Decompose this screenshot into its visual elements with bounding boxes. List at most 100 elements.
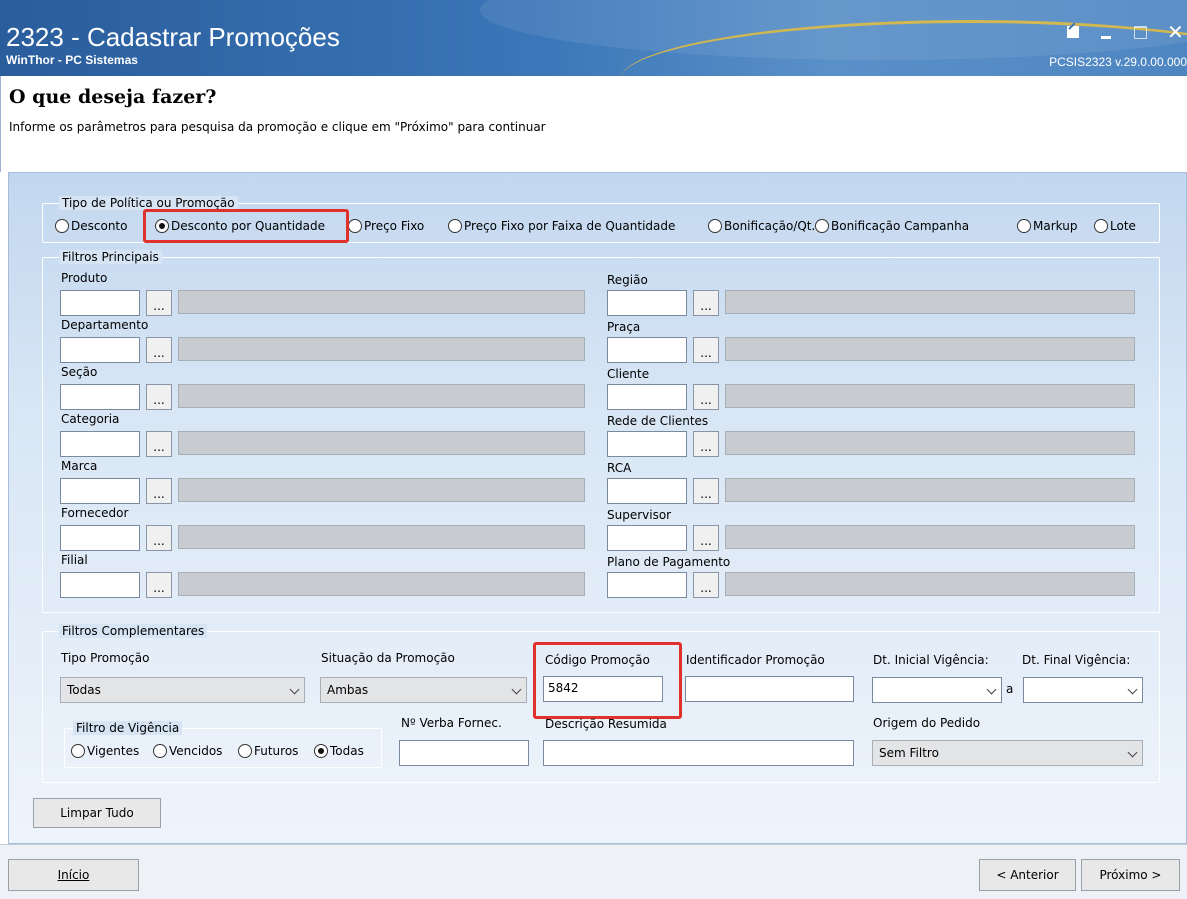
vigencia-radio-futuros[interactable]: Futuros — [238, 744, 298, 758]
filter-code-input-produto[interactable] — [60, 290, 140, 316]
radio-desconto-por-quantidade[interactable]: Desconto por Quantidade — [155, 219, 325, 233]
filter-lookup-button-produto[interactable]: ... — [146, 290, 172, 316]
filter-lookup-button-praca[interactable]: ... — [693, 337, 719, 363]
radio-label: Futuros — [254, 744, 299, 758]
inicio-button[interactable]: Início — [8, 859, 139, 891]
limpar-tudo-button[interactable]: Limpar Tudo — [33, 798, 161, 828]
radio-circle[interactable] — [71, 744, 85, 758]
radio-bonificacao-qt[interactable]: Bonificação/Qt. — [708, 219, 815, 233]
descricao-input[interactable] — [543, 740, 854, 766]
filter-code-input-cliente[interactable] — [607, 384, 687, 410]
radio-circle[interactable] — [155, 219, 169, 233]
filter-lookup-button-cliente[interactable]: ... — [693, 384, 719, 410]
radio-circle[interactable] — [55, 219, 69, 233]
radio-circle[interactable] — [1094, 219, 1108, 233]
situacao-select[interactable]: Ambas — [320, 677, 527, 703]
tipo-promocao-label: Tipo Promoção — [61, 651, 150, 665]
minimize-icon[interactable] — [1099, 24, 1115, 40]
radio-circle[interactable] — [1017, 219, 1031, 233]
origem-select[interactable]: Sem Filtro — [872, 740, 1143, 766]
filter-lookup-button-filial[interactable]: ... — [146, 572, 172, 598]
identificador-input[interactable] — [685, 676, 854, 702]
filter-lookup-button-marca[interactable]: ... — [146, 478, 172, 504]
filter-lookup-button-rca[interactable]: ... — [693, 478, 719, 504]
verba-input[interactable] — [399, 740, 529, 766]
radio-preco-fixo[interactable]: Preço Fixo — [348, 219, 424, 233]
radio-label: Vencidos — [169, 744, 223, 758]
filter-code-input-fornecedor[interactable] — [60, 525, 140, 551]
filter-code-input-secao[interactable] — [60, 384, 140, 410]
radio-circle[interactable] — [815, 219, 829, 233]
dt-inicial-picker[interactable] — [872, 677, 1002, 703]
tipo-promocao-value: Todas — [67, 683, 101, 697]
close-icon[interactable]: ✕ — [1167, 22, 1184, 42]
situacao-value: Ambas — [327, 683, 369, 697]
radio-lote[interactable]: Lote — [1094, 219, 1136, 233]
filter-code-input-praca[interactable] — [607, 337, 687, 363]
filter-lookup-button-categoria[interactable]: ... — [146, 431, 172, 457]
date-range-separator: a — [1006, 682, 1014, 696]
radio-preco-fixo-por-faixa-de-quantidade[interactable]: Preço Fixo por Faixa de Quantidade — [448, 219, 675, 233]
wizard-header: O que deseja fazer? Informe os parâmetro… — [0, 76, 1187, 172]
anterior-button[interactable]: < Anterior — [979, 859, 1076, 891]
filter-code-input-supervisor[interactable] — [607, 525, 687, 551]
window-title: 2323 - Cadastrar Promoções — [6, 22, 340, 52]
filter-lookup-button-regiao[interactable]: ... — [693, 290, 719, 316]
dt-final-picker[interactable] — [1023, 677, 1143, 703]
filter-lookup-button-supervisor[interactable]: ... — [693, 525, 719, 551]
verba-label: Nº Verba Fornec. — [401, 716, 502, 730]
filter-description-departamento — [178, 337, 585, 361]
main-panel: Tipo de Política ou Promoção Desconto Des… — [8, 172, 1187, 844]
radio-circle[interactable] — [448, 219, 462, 233]
radio-markup[interactable]: Markup — [1017, 219, 1077, 233]
radio-circle[interactable] — [238, 744, 252, 758]
vigencia-radio-vigentes[interactable]: Vigentes — [71, 744, 139, 758]
filter-code-input-marca[interactable] — [60, 478, 140, 504]
filter-lookup-button-plano-de-pagamento[interactable]: ... — [693, 572, 719, 598]
filter-code-input-rca[interactable] — [607, 478, 687, 504]
filter-code-input-categoria[interactable] — [60, 431, 140, 457]
filter-label-supervisor: Supervisor — [607, 508, 672, 522]
chevron-down-icon — [289, 684, 300, 695]
radio-label: Bonificação/Qt. — [724, 219, 816, 233]
filter-description-fornecedor — [178, 525, 585, 549]
filter-description-rca — [725, 478, 1135, 502]
radio-circle[interactable] — [708, 219, 722, 233]
tipo-promocao-select[interactable]: Todas — [60, 677, 305, 703]
filter-code-input-plano-de-pagamento[interactable] — [607, 572, 687, 598]
filter-lookup-button-fornecedor[interactable]: ... — [146, 525, 172, 551]
maximize-icon[interactable] — [1133, 24, 1149, 40]
title-bar: 2323 - Cadastrar Promoções WinThor - PC … — [0, 0, 1187, 76]
radio-desconto[interactable]: Desconto — [55, 219, 127, 233]
filter-description-regiao — [725, 290, 1135, 314]
radio-circle[interactable] — [348, 219, 362, 233]
vigencia-radio-vencidos[interactable]: Vencidos — [153, 744, 222, 758]
proximo-button[interactable]: Próximo > — [1081, 859, 1180, 891]
filter-code-input-regiao[interactable] — [607, 290, 687, 316]
filtros-principais-title: Filtros Principais — [59, 250, 162, 264]
version-label: PCSIS2323 v.29.0.00.000 — [1049, 55, 1187, 69]
situacao-label: Situação da Promoção — [321, 651, 455, 665]
radio-bonificacao-campanha[interactable]: Bonificação Campanha — [815, 219, 969, 233]
filter-label-secao: Seção — [61, 365, 98, 379]
codigo-promocao-input[interactable]: 5842 — [543, 676, 663, 702]
edit-icon[interactable] — [1065, 24, 1081, 40]
filter-label-produto: Produto — [61, 271, 108, 285]
filter-label-plano-de-pagamento: Plano de Pagamento — [607, 555, 731, 569]
vigencia-radio-todas[interactable]: Todas — [314, 744, 364, 758]
chevron-down-icon — [1127, 747, 1138, 758]
filter-label-rca: RCA — [607, 461, 632, 475]
filter-lookup-button-departamento[interactable]: ... — [146, 337, 172, 363]
filter-code-input-filial[interactable] — [60, 572, 140, 598]
filter-code-input-rede-de-clientes[interactable] — [607, 431, 687, 457]
page-title: O que deseja fazer? — [9, 86, 217, 108]
filter-lookup-button-rede-de-clientes[interactable]: ... — [693, 431, 719, 457]
filter-lookup-button-secao[interactable]: ... — [146, 384, 172, 410]
radio-circle[interactable] — [314, 744, 328, 758]
filter-label-praca: Praça — [607, 320, 641, 334]
chevron-down-icon — [986, 684, 997, 695]
wizard-footer: Início < Anterior Próximo > — [0, 844, 1187, 899]
radio-circle[interactable] — [153, 744, 167, 758]
radio-label: Desconto — [71, 219, 128, 233]
filter-code-input-departamento[interactable] — [60, 337, 140, 363]
